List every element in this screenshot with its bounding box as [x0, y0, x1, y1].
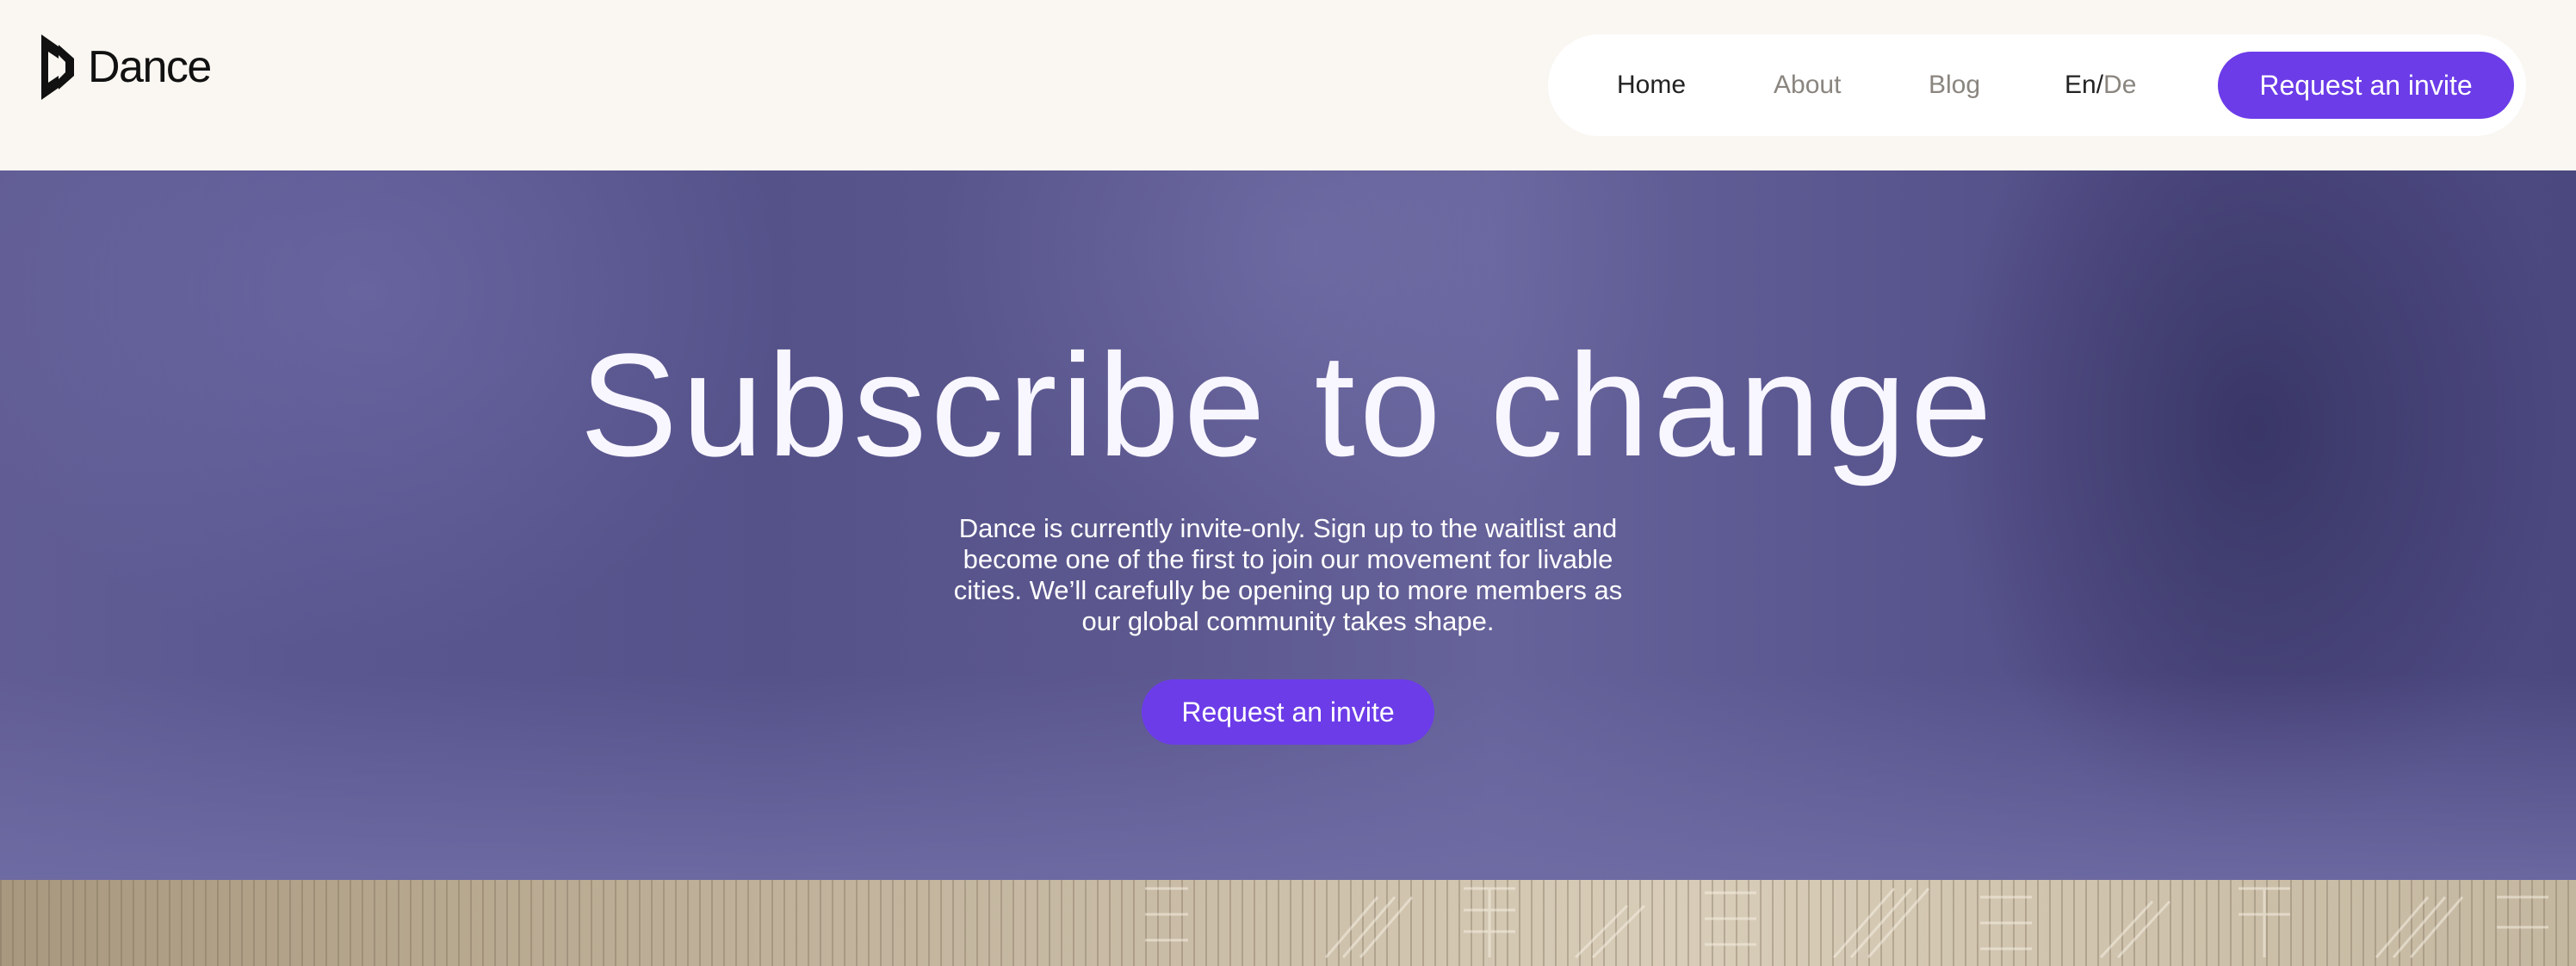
nav-blog-link[interactable]: Blog — [1929, 34, 1980, 136]
language-de-option[interactable]: De — [2103, 71, 2136, 99]
hero-description: Dance is currently invite-only. Sign up … — [953, 513, 1623, 636]
hero-request-invite-button[interactable]: Request an invite — [1142, 679, 1434, 745]
hero-title: Subscribe to change — [579, 324, 1997, 487]
language-switcher: En/De — [2065, 34, 2136, 136]
language-en-option[interactable]: En — [2065, 71, 2096, 99]
site-header: Dance Home About Blog En/De Request an i… — [0, 0, 2576, 170]
nav-about-link[interactable]: About — [1774, 34, 1841, 136]
language-separator: / — [2096, 71, 2104, 99]
texture-pattern — [1145, 887, 2548, 959]
decorative-texture-image — [0, 880, 2576, 966]
header-request-invite-button[interactable]: Request an invite — [2218, 52, 2514, 119]
dance-logo-icon — [41, 34, 74, 100]
brand-logo[interactable]: Dance — [38, 33, 212, 102]
brand-name: Dance — [88, 42, 212, 92]
main-navigation: Home About Blog En/De Request an invite — [1548, 34, 2526, 136]
nav-home-link[interactable]: Home — [1617, 34, 1686, 136]
hero-section: Subscribe to change Dance is currently i… — [0, 170, 2576, 880]
